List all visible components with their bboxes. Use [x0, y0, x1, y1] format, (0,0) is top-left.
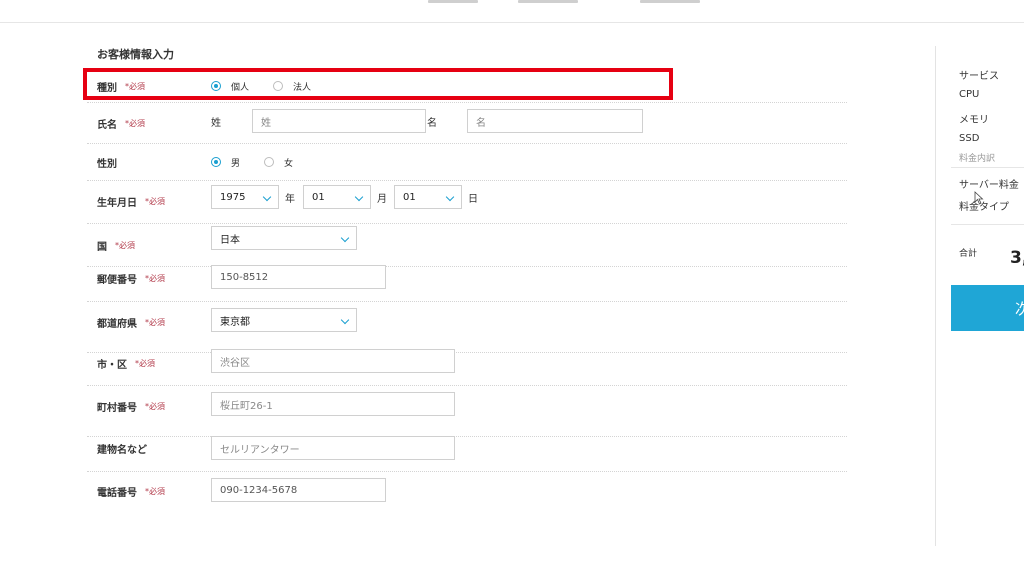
building-label: 建物名など	[97, 438, 147, 458]
sidebar-divider	[935, 46, 936, 546]
birth-year-value: 1975	[220, 191, 246, 203]
first-name-input[interactable]: 名	[467, 109, 643, 133]
section-title: お客様情報入力	[97, 48, 174, 61]
chevron-down-icon	[340, 233, 350, 243]
year-unit: 年	[285, 193, 295, 205]
required-mark: *必須	[145, 273, 165, 283]
name-label: 氏名 *必須	[97, 113, 145, 133]
summary-divider	[951, 224, 1024, 225]
next-button-label: 次	[1014, 299, 1024, 318]
birth-day-value: 01	[403, 191, 416, 203]
nav-step-stub	[640, 0, 700, 3]
building-label-text: 建物名など	[97, 444, 147, 456]
phone-label: 電話番号 *必須	[97, 481, 165, 501]
town-input[interactable]: 桜丘町26-1	[211, 392, 455, 416]
summary-memory: メモリ	[959, 115, 989, 126]
postal-label: 郵便番号 *必須	[97, 268, 165, 288]
birthdate-label-text: 生年月日	[97, 197, 137, 209]
gender-radio-group: 男 女	[211, 152, 317, 172]
gender-radio-female[interactable]	[264, 157, 275, 167]
last-name-label: 姓	[211, 117, 221, 129]
first-name-label: 名	[427, 117, 437, 129]
summary-ssd: SSD	[959, 133, 980, 144]
day-unit: 日	[468, 193, 478, 205]
required-mark: *必須	[145, 317, 165, 327]
row-postal: 郵便番号 *必須 150-8512	[87, 265, 847, 302]
row-country: 国 *必須 日本	[87, 224, 847, 267]
summary-breakdown-label: 料金内訳	[959, 154, 996, 164]
gender-radio-male[interactable]	[211, 157, 221, 167]
city-label-text: 市・区	[97, 359, 127, 371]
town-label: 町村番号 *必須	[97, 396, 165, 416]
summary-fee-type: 料金タイプ	[959, 202, 1009, 213]
birth-year-select[interactable]: 1975	[211, 185, 279, 209]
row-phone: 電話番号 *必須 090-1234-5678	[87, 472, 847, 510]
row-name: 氏名 *必須 姓 姓 名 名	[87, 103, 847, 144]
birth-month-select[interactable]: 01	[303, 185, 371, 209]
nav-step-stub	[518, 0, 578, 3]
summary-server-fee: サーバー料金	[959, 180, 1019, 191]
birthdate-label: 生年月日 *必須	[97, 191, 165, 211]
required-mark: *必須	[145, 401, 165, 411]
next-button[interactable]: 次	[951, 285, 1024, 331]
postal-label-text: 郵便番号	[97, 274, 137, 286]
required-mark: *必須	[145, 196, 165, 206]
gender-male-label[interactable]: 男	[231, 156, 240, 169]
country-select[interactable]: 日本	[211, 226, 357, 250]
summary-divider	[951, 167, 1024, 168]
chevron-down-icon	[354, 192, 364, 202]
required-mark: *必須	[115, 240, 135, 250]
summary-cpu: CPU	[959, 89, 980, 100]
row-town: 町村番号 *必須 桜丘町26-1	[87, 386, 847, 437]
name-label-text: 氏名	[97, 119, 117, 131]
chevron-down-icon	[340, 315, 350, 325]
required-mark: *必須	[135, 358, 155, 368]
chevron-down-icon	[445, 192, 455, 202]
prefecture-label-text: 都道府県	[97, 318, 137, 330]
phone-input[interactable]: 090-1234-5678	[211, 478, 386, 502]
phone-label-text: 電話番号	[97, 487, 137, 499]
month-unit: 月	[377, 193, 387, 205]
postal-input[interactable]: 150-8512	[211, 265, 386, 289]
prefecture-select[interactable]: 東京都	[211, 308, 357, 332]
required-mark: *必須	[145, 486, 165, 496]
country-label-text: 国	[97, 241, 107, 253]
summary-service: サービス	[959, 71, 999, 82]
country-value: 日本	[220, 234, 240, 246]
city-label: 市・区 *必須	[97, 353, 155, 373]
row-birthdate: 生年月日 *必須 1975 年 01 月 01 日	[87, 181, 847, 224]
row-building: 建物名など セルリアンタワー	[87, 436, 847, 472]
row-gender: 性別 男 女	[87, 144, 847, 181]
prefecture-value: 東京都	[220, 316, 250, 328]
total-value: 3,	[1010, 248, 1024, 268]
country-label: 国 *必須	[97, 235, 135, 255]
city-input[interactable]: 渋谷区	[211, 349, 455, 373]
nav-step-stub	[428, 0, 478, 3]
prefecture-label: 都道府県 *必須	[97, 312, 165, 332]
row-city: 市・区 *必須 渋谷区	[87, 349, 847, 386]
row-prefecture: 都道府県 *必須 東京都	[87, 302, 847, 353]
birth-month-value: 01	[312, 191, 325, 203]
gender-female-label[interactable]: 女	[284, 156, 293, 169]
gender-label: 性別	[97, 152, 117, 172]
last-name-input[interactable]: 姓	[252, 109, 426, 133]
gender-label-text: 性別	[97, 158, 117, 170]
town-label-text: 町村番号	[97, 402, 137, 414]
highlight-box	[83, 68, 673, 100]
chevron-down-icon	[262, 192, 272, 202]
birth-day-select[interactable]: 01	[394, 185, 462, 209]
top-navigation	[0, 0, 1024, 23]
required-mark: *必須	[125, 118, 145, 128]
total-label: 合計	[959, 249, 978, 259]
building-input[interactable]: セルリアンタワー	[211, 436, 455, 460]
